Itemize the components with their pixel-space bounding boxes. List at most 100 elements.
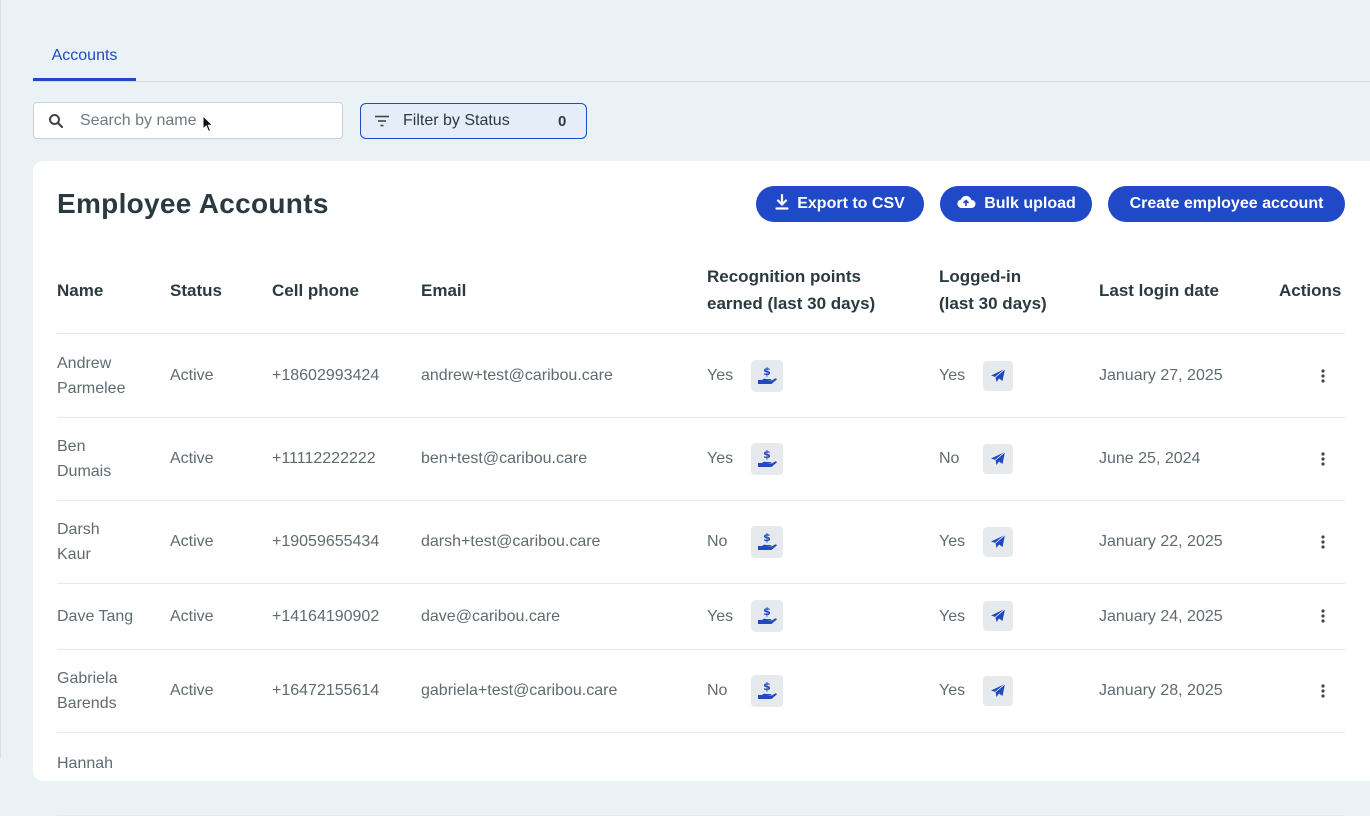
cell-status: Active bbox=[170, 533, 214, 550]
name-line-1: Darsh bbox=[57, 520, 100, 538]
export-csv-label: Export to CSV bbox=[797, 195, 905, 212]
hand-dollar-icon[interactable]: $ bbox=[751, 674, 783, 707]
recognition-points-value: No bbox=[707, 682, 728, 699]
filter-by-status-button[interactable]: Filter by Status 0 bbox=[360, 103, 587, 139]
cell-email: andrew+test@caribou.care bbox=[421, 367, 613, 384]
cell-status: Active bbox=[170, 607, 214, 625]
cell-phone: +18602993424 bbox=[272, 367, 380, 384]
cell-phone: +16472155614 bbox=[272, 682, 380, 699]
svg-text:$: $ bbox=[763, 448, 771, 461]
logged-in-value: Yes bbox=[939, 533, 966, 550]
cell-name: Darsh Kaur bbox=[57, 500, 167, 583]
cell-logged-in: Yes bbox=[939, 583, 1013, 649]
more-vertical-icon[interactable] bbox=[1311, 609, 1335, 623]
name-line-1: Gabriela bbox=[57, 669, 118, 687]
cell-last-login-date: June 25, 2024 bbox=[1099, 450, 1201, 467]
cloud-upload-icon bbox=[956, 195, 976, 214]
name-line-1: Dave Tang bbox=[57, 607, 134, 625]
header-last-login-date: Last login date bbox=[1099, 281, 1219, 300]
more-vertical-icon[interactable] bbox=[1311, 368, 1335, 383]
paper-plane-icon[interactable] bbox=[983, 443, 1013, 474]
recognition-points-value: Yes bbox=[707, 367, 734, 384]
cell-last-login-date: January 22, 2025 bbox=[1099, 533, 1223, 550]
hand-dollar-icon[interactable]: $ bbox=[751, 359, 783, 392]
cell-status: Active bbox=[170, 682, 214, 699]
recognition-points-value: Yes bbox=[707, 607, 734, 625]
more-vertical-icon[interactable] bbox=[1311, 534, 1335, 549]
tab-accounts[interactable]: Accounts bbox=[33, 36, 136, 81]
header-actions: Actions bbox=[1279, 281, 1342, 300]
svg-text:$: $ bbox=[763, 680, 771, 693]
cell-actions bbox=[1311, 583, 1335, 649]
table-row: Hannah bbox=[57, 732, 1345, 816]
name-line-2: Parmelee bbox=[57, 379, 126, 397]
hand-dollar-icon[interactable]: $ bbox=[751, 525, 783, 558]
cell-last-login-date: January 24, 2025 bbox=[1099, 607, 1223, 625]
cell-last-login-date: January 27, 2025 bbox=[1099, 367, 1223, 384]
search-input[interactable] bbox=[78, 110, 322, 131]
search-icon bbox=[34, 113, 78, 129]
name-line-1: Hannah bbox=[57, 755, 114, 772]
cell-name: Ben Dumais bbox=[57, 417, 167, 500]
cell-recognition-points: Yes $ bbox=[707, 583, 783, 649]
cell-status: Active bbox=[170, 450, 214, 467]
cell-phone: +14164190902 bbox=[272, 607, 380, 625]
cell-email: darsh+test@caribou.care bbox=[421, 533, 601, 550]
svg-text:$: $ bbox=[763, 365, 771, 378]
cell-status: Active bbox=[170, 367, 214, 384]
logged-in-value: Yes bbox=[939, 367, 966, 384]
table-row: Ben Dumais Active +11112222222 ben+test@cari… bbox=[57, 417, 1345, 501]
cell-recognition-points: No $ bbox=[707, 500, 783, 583]
header-recognition-points-line2: earned (last 30 days) bbox=[707, 294, 876, 313]
cell-last-login-date: January 28, 2025 bbox=[1099, 682, 1223, 699]
name-line-2: Barends bbox=[57, 694, 117, 712]
hand-dollar-icon[interactable]: $ bbox=[751, 442, 783, 475]
name-line-2: Kaur bbox=[57, 545, 91, 563]
cell-actions bbox=[1311, 334, 1335, 417]
svg-text:$: $ bbox=[763, 605, 771, 618]
logged-in-value: Yes bbox=[939, 682, 966, 699]
logged-in-value: Yes bbox=[939, 607, 966, 625]
header-logged-in-line2: (last 30 days) bbox=[939, 294, 1047, 313]
create-employee-account-button[interactable]: Create employee account bbox=[1108, 186, 1345, 222]
header-recognition-points: Recognition points earned (last 30 days) bbox=[707, 263, 875, 317]
cell-actions bbox=[1311, 417, 1335, 500]
search-box[interactable] bbox=[33, 102, 343, 139]
cell-logged-in: Yes bbox=[939, 500, 1013, 583]
paper-plane-icon[interactable] bbox=[983, 601, 1013, 631]
cell-actions bbox=[1311, 500, 1335, 583]
header-status: Status bbox=[170, 281, 222, 300]
cell-actions bbox=[1311, 649, 1335, 732]
paper-plane-icon[interactable] bbox=[983, 360, 1013, 391]
header-cell-phone: Cell phone bbox=[272, 281, 359, 300]
filter-label: Filter by Status bbox=[403, 112, 510, 129]
cell-phone: +19059655434 bbox=[272, 533, 380, 550]
filter-count: 0 bbox=[558, 112, 567, 130]
logged-in-value: No bbox=[939, 450, 960, 467]
cell-name: Andrew Parmelee bbox=[57, 334, 167, 417]
cell-name: Gabriela Barends bbox=[57, 649, 167, 732]
cell-name: Hannah bbox=[57, 732, 167, 815]
header-logged-in-line1: Logged-in bbox=[939, 267, 1022, 286]
more-vertical-icon[interactable] bbox=[1311, 683, 1335, 698]
header-name: Name bbox=[57, 281, 104, 300]
table-row: Darsh Kaur Active +19059655434 darsh+test@ca… bbox=[57, 500, 1345, 584]
export-csv-button[interactable]: Export to CSV bbox=[756, 186, 924, 222]
filter-icon bbox=[361, 115, 403, 127]
download-icon bbox=[775, 193, 789, 215]
bulk-upload-button[interactable]: Bulk upload bbox=[940, 186, 1092, 222]
cell-recognition-points: Yes $ bbox=[707, 334, 783, 417]
cell-name: Dave Tang bbox=[57, 583, 167, 649]
paper-plane-icon[interactable] bbox=[983, 526, 1013, 557]
mouse-cursor-icon bbox=[202, 115, 214, 133]
table-row: Dave Tang Active +14164190902 dave@caribou.… bbox=[57, 583, 1345, 650]
card-title: Employee Accounts bbox=[57, 188, 329, 219]
more-vertical-icon[interactable] bbox=[1311, 451, 1335, 466]
hand-dollar-icon[interactable]: $ bbox=[751, 600, 783, 632]
header-recognition-points-line1: Recognition points bbox=[707, 267, 861, 286]
name-line-1: Andrew bbox=[57, 354, 112, 372]
paper-plane-icon[interactable] bbox=[983, 675, 1013, 706]
cell-logged-in: Yes bbox=[939, 334, 1013, 417]
bulk-upload-label: Bulk upload bbox=[984, 195, 1076, 212]
table-row: Andrew Parmelee Active +18602993424 andrew+t… bbox=[57, 334, 1345, 418]
